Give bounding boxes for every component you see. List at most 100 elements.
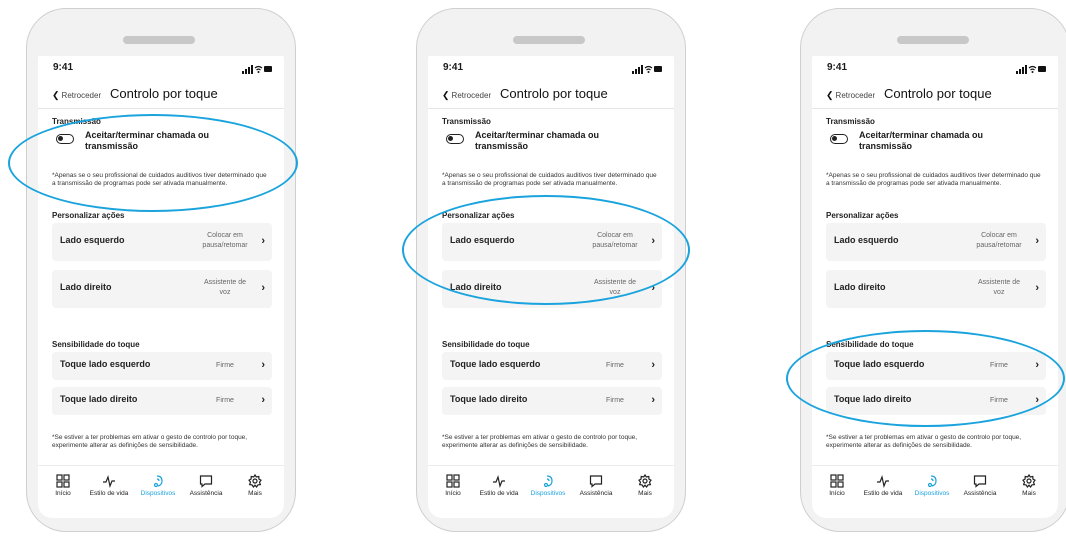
tab-estilo-de-vida[interactable]: Estilo de vida <box>477 474 521 497</box>
sensitivity-note: *Se estiver a ter problemas em ativar o … <box>442 434 638 449</box>
tab-inicio[interactable]: Início <box>431 474 475 497</box>
grid-icon <box>830 474 844 488</box>
row-value: Colocar em pausa/retomar <box>202 232 248 249</box>
status-time: 9:41 <box>827 62 848 73</box>
tab-mais[interactable]: Mais <box>233 474 277 497</box>
page-title: Controlo por toque <box>110 86 218 101</box>
activity-icon <box>493 474 505 488</box>
tab-dispositivos[interactable]: Dispositivos <box>910 474 954 497</box>
status-time: 9:41 <box>53 62 74 73</box>
row-value: Assistente de voz <box>977 279 1021 296</box>
tab-mais[interactable]: Mais <box>623 474 667 497</box>
signal-icon <box>242 65 253 74</box>
highlight-ellipse-sensitivity <box>786 330 1065 427</box>
back-button[interactable]: ❮ Retroceder <box>442 90 491 101</box>
sensitivity-note: *Se estiver a ter problemas em ativar o … <box>52 434 248 449</box>
right-touch-sensitivity-row[interactable]: Toque lado direito Firme › <box>442 387 662 415</box>
highlight-ellipse-transmission <box>8 114 298 212</box>
tab-label: Início <box>829 490 845 497</box>
battery-icon <box>264 66 272 72</box>
left-touch-sensitivity-row[interactable]: Toque lado esquerdo Firme › <box>442 352 662 380</box>
tab-inicio[interactable]: Início <box>41 474 85 497</box>
phone-speaker <box>123 36 195 44</box>
chat-icon <box>973 475 987 488</box>
tab-assistencia[interactable]: Assistência <box>184 474 228 497</box>
phone-speaker <box>897 36 969 44</box>
back-button[interactable]: ❮ Retroceder <box>826 90 875 101</box>
tab-label: Assistência <box>189 490 223 497</box>
nav-header: ❮ Retroceder Controlo por toque <box>442 86 664 104</box>
tab-dispositivos[interactable]: Dispositivos <box>526 474 570 497</box>
section-title-actions: Personalizar ações <box>826 211 899 220</box>
app-screen: 9:41 ❮ Retroceder Controlo por toque Tra… <box>812 56 1058 518</box>
bottom-tab-bar: Início Estilo de vida Dispositivos Assis… <box>428 465 674 514</box>
row-value: Assistente de voz <box>203 279 247 296</box>
battery-icon <box>1038 66 1046 72</box>
section-title-transmission: Transmissão <box>826 117 875 126</box>
chevron-right-icon: › <box>261 282 265 294</box>
chevron-left-icon: ❮ <box>826 90 834 100</box>
transmission-note: *Apenas se o seu profissional de cuidado… <box>826 172 1041 187</box>
chevron-right-icon: › <box>651 394 655 406</box>
transmission-toggle-label: Aceitar/terminar chamada ou transmissão <box>475 130 600 151</box>
page-title: Controlo por toque <box>500 86 608 101</box>
row-value: Firme <box>216 362 234 369</box>
system-status-icons <box>242 65 272 74</box>
right-side-action-row[interactable]: Lado direito Assistente de voz › <box>826 270 1046 308</box>
row-label: Lado direito <box>834 282 886 292</box>
row-label: Lado direito <box>60 282 112 292</box>
sensitivity-note: *Se estiver a ter problemas em ativar o … <box>826 434 1022 449</box>
wifi-icon <box>254 65 263 71</box>
grid-icon <box>56 474 70 488</box>
header-divider <box>428 108 674 109</box>
tab-label: Dispositivos <box>530 490 566 497</box>
tab-label: Estilo de vida <box>863 490 903 497</box>
right-side-action-row[interactable]: Lado direito Assistente de voz › <box>52 270 272 308</box>
row-label: Toque lado direito <box>450 394 528 404</box>
left-side-action-row[interactable]: Lado esquerdo Colocar em pausa/retomar › <box>826 223 1046 261</box>
header-divider <box>812 108 1058 109</box>
chevron-right-icon: › <box>261 235 265 247</box>
wifi-icon <box>644 65 653 71</box>
row-value: Colocar em pausa/retomar <box>976 232 1022 249</box>
tab-estilo-de-vida[interactable]: Estilo de vida <box>87 474 131 497</box>
phone-mockup: 9:41 ❮ Retroceder Controlo por toque Tra… <box>26 8 296 532</box>
tab-label: Mais <box>1022 490 1036 497</box>
wifi-icon <box>1028 65 1037 71</box>
status-bar: 9:41 <box>812 62 1058 76</box>
status-bar: 9:41 <box>38 62 284 76</box>
bottom-tab-bar: Início Estilo de vida Dispositivos Assis… <box>812 465 1058 514</box>
row-label: Toque lado direito <box>60 394 138 404</box>
tab-label: Assistência <box>579 490 613 497</box>
section-title-sensitivity: Sensibilidade do toque <box>52 340 140 349</box>
highlight-ellipse-actions <box>402 195 690 305</box>
back-label: Retroceder <box>451 91 492 100</box>
chat-icon <box>589 475 603 488</box>
back-button[interactable]: ❮ Retroceder <box>52 90 101 101</box>
tab-label: Dispositivos <box>140 490 176 497</box>
transmission-toggle[interactable] <box>446 134 464 144</box>
right-touch-sensitivity-row[interactable]: Toque lado direito Firme › <box>52 387 272 415</box>
nav-header: ❮ Retroceder Controlo por toque <box>52 86 274 104</box>
nav-header: ❮ Retroceder Controlo por toque <box>826 86 1048 104</box>
phone-mockup: 9:41 ❮ Retroceder Controlo por toque Tra… <box>800 8 1066 532</box>
toggle-knob <box>448 136 453 141</box>
tab-mais[interactable]: Mais <box>1007 474 1051 497</box>
section-title-actions: Personalizar ações <box>52 211 125 220</box>
page-title: Controlo por toque <box>884 86 992 101</box>
tab-dispositivos[interactable]: Dispositivos <box>136 474 180 497</box>
tab-assistencia[interactable]: Assistência <box>574 474 618 497</box>
tab-assistencia[interactable]: Assistência <box>958 474 1002 497</box>
tab-estilo-de-vida[interactable]: Estilo de vida <box>861 474 905 497</box>
left-side-action-row[interactable]: Lado esquerdo Colocar em pausa/retomar › <box>52 223 272 261</box>
signal-icon <box>1016 65 1027 74</box>
tab-inicio[interactable]: Início <box>815 474 859 497</box>
battery-icon <box>654 66 662 72</box>
chevron-left-icon: ❮ <box>52 90 60 100</box>
toggle-knob <box>832 136 837 141</box>
left-touch-sensitivity-row[interactable]: Toque lado esquerdo Firme › <box>52 352 272 380</box>
transmission-toggle[interactable] <box>830 134 848 144</box>
gear-icon <box>248 474 262 488</box>
hearing-aid-icon <box>153 475 163 488</box>
chevron-right-icon: › <box>1035 235 1039 247</box>
